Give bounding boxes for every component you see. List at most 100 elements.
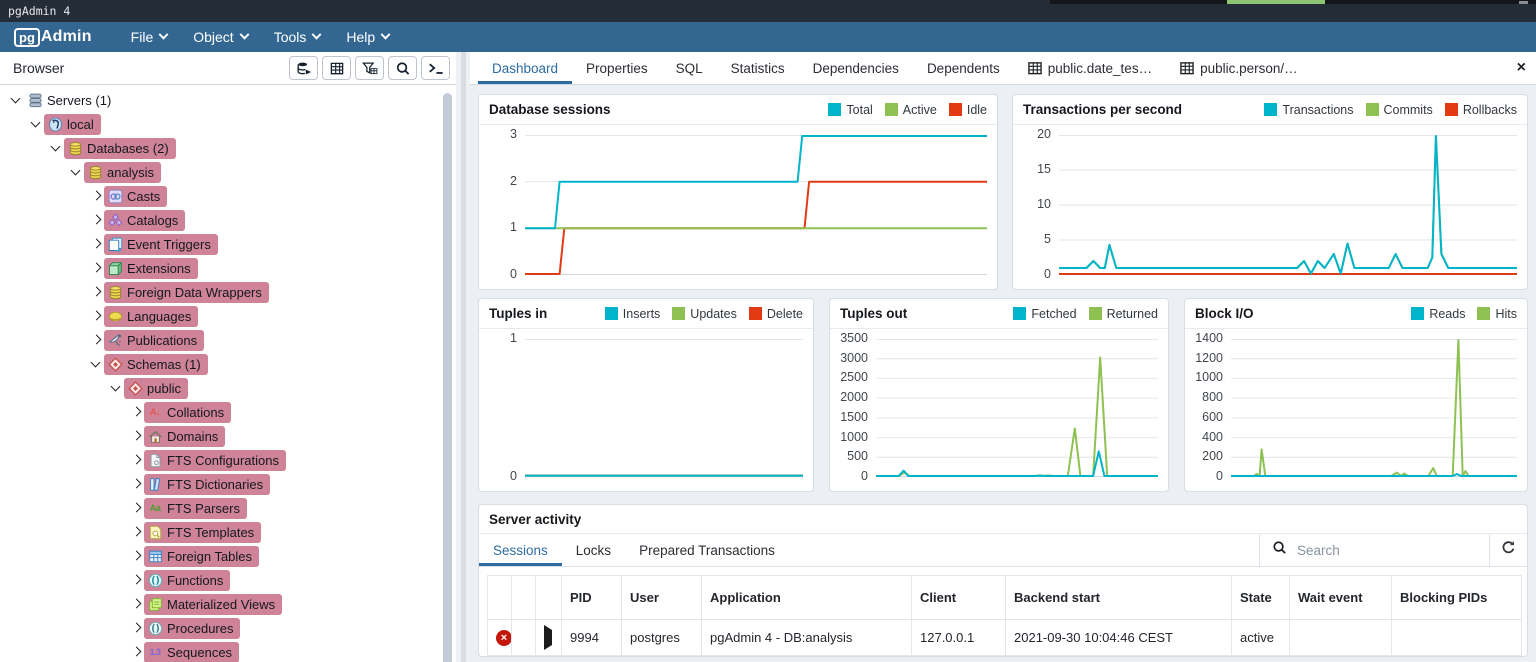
tree-item-fts-parsers[interactable]: AaFTS Parsers bbox=[0, 496, 456, 520]
chevron-right-icon[interactable] bbox=[128, 404, 144, 420]
chevron-right-icon[interactable] bbox=[88, 308, 104, 324]
tab-dependencies[interactable]: Dependencies bbox=[799, 52, 913, 84]
chevron-right-icon[interactable] bbox=[88, 212, 104, 228]
chevron-right-icon[interactable] bbox=[128, 428, 144, 444]
tree-item-event-triggers[interactable]: Event Triggers bbox=[0, 232, 456, 256]
chevron-down-icon[interactable] bbox=[48, 140, 64, 156]
publication-icon bbox=[107, 332, 123, 348]
activity-tab-locks[interactable]: Locks bbox=[562, 534, 625, 566]
tab-dashboard[interactable]: Dashboard bbox=[478, 52, 572, 84]
menu-label: File bbox=[131, 29, 154, 45]
tab-sql[interactable]: SQL bbox=[662, 52, 717, 84]
tree-item-procedures[interactable]: ()Procedures bbox=[0, 616, 456, 640]
legend-item-updates: Updates bbox=[672, 307, 737, 321]
expand-row-icon[interactable] bbox=[544, 625, 552, 650]
tree-item-pill: Catalogs bbox=[104, 210, 185, 231]
chevron-right-icon[interactable] bbox=[128, 500, 144, 516]
menu-tools[interactable]: Tools bbox=[274, 29, 321, 45]
tree-item-sequences[interactable]: 1.3Sequences bbox=[0, 640, 456, 662]
tree-item-foreign-data-wrappers[interactable]: Foreign Data Wrappers bbox=[0, 280, 456, 304]
database-icon bbox=[107, 284, 123, 300]
tree-item-schemas-1-[interactable]: Schemas (1) bbox=[0, 352, 456, 376]
chart-title: Block I/O bbox=[1195, 306, 1254, 321]
tree-item-catalogs[interactable]: Catalogs bbox=[0, 208, 456, 232]
chevron-right-icon[interactable] bbox=[128, 620, 144, 636]
tree-item-local[interactable]: local bbox=[0, 112, 456, 136]
main-tabstrip: DashboardPropertiesSQLStatisticsDependen… bbox=[470, 52, 1536, 85]
chevron-right-icon[interactable] bbox=[128, 476, 144, 492]
tree-item-domains[interactable]: Domains bbox=[0, 424, 456, 448]
schema-icon bbox=[107, 356, 123, 372]
filtered-rows-icon[interactable] bbox=[355, 56, 384, 80]
tree-item-extensions[interactable]: Extensions bbox=[0, 256, 456, 280]
ftable-icon bbox=[147, 548, 163, 564]
tree-item-pill: Languages bbox=[104, 306, 198, 327]
tree-item-fts-configurations[interactable]: FTS Configurations bbox=[0, 448, 456, 472]
chevron-down-icon[interactable] bbox=[108, 380, 124, 396]
tab-properties[interactable]: Properties bbox=[572, 52, 662, 84]
column-header-user: User bbox=[622, 576, 702, 620]
refresh-icon[interactable] bbox=[1501, 540, 1516, 560]
chevron-right-icon[interactable] bbox=[88, 236, 104, 252]
menu-file[interactable]: File bbox=[131, 29, 168, 45]
activity-tab-sessions[interactable]: Sessions bbox=[479, 534, 562, 566]
tree-item-fts-dictionaries[interactable]: FTS Dictionaries bbox=[0, 472, 456, 496]
cancel-query-icon[interactable]: × bbox=[496, 630, 512, 646]
legend-swatch bbox=[605, 307, 618, 320]
panel-splitter[interactable] bbox=[456, 52, 470, 662]
svg-text:(): () bbox=[151, 623, 160, 634]
activity-tab-prepared-transactions[interactable]: Prepared Transactions bbox=[625, 534, 789, 566]
tree-item-fts-templates[interactable]: FTS Templates bbox=[0, 520, 456, 544]
menu-object[interactable]: Object bbox=[193, 29, 247, 45]
tree-item-publications[interactable]: Publications bbox=[0, 328, 456, 352]
chevron-down-icon[interactable] bbox=[68, 164, 84, 180]
chevron-down-icon[interactable] bbox=[28, 116, 44, 132]
tree-item-public[interactable]: public bbox=[0, 376, 456, 400]
tree-item-languages[interactable]: Languages bbox=[0, 304, 456, 328]
search-objects-icon[interactable] bbox=[388, 56, 417, 80]
query-tool-icon[interactable] bbox=[289, 56, 318, 80]
close-panel-icon[interactable]: × bbox=[1517, 58, 1526, 78]
tab-statistics[interactable]: Statistics bbox=[717, 52, 799, 84]
tree-item-databases-2-[interactable]: Databases (2) bbox=[0, 136, 456, 160]
header-icon-col-1 bbox=[512, 576, 536, 620]
menu-label: Help bbox=[346, 29, 375, 45]
tab-public-person-[interactable]: public.person/… bbox=[1166, 52, 1312, 84]
database-icon bbox=[87, 164, 103, 180]
chevron-right-icon[interactable] bbox=[128, 524, 144, 540]
table-icon bbox=[1028, 62, 1042, 75]
search-input[interactable] bbox=[1297, 543, 1457, 558]
view-data-icon[interactable] bbox=[322, 56, 351, 80]
tree-item-casts[interactable]: Casts bbox=[0, 184, 456, 208]
tree-item-functions[interactable]: ()Functions bbox=[0, 568, 456, 592]
psql-tool-icon[interactable] bbox=[421, 56, 450, 80]
chevron-right-icon[interactable] bbox=[88, 284, 104, 300]
chevron-right-icon[interactable] bbox=[128, 452, 144, 468]
tree-item-foreign-tables[interactable]: Foreign Tables bbox=[0, 544, 456, 568]
tree-item-label: FTS Configurations bbox=[167, 453, 279, 468]
chevron-right-icon[interactable] bbox=[128, 644, 144, 660]
tree-item-materialized-views[interactable]: Materialized Views bbox=[0, 592, 456, 616]
tree-item-analysis[interactable]: analysis bbox=[0, 160, 456, 184]
chevron-right-icon[interactable] bbox=[128, 548, 144, 564]
chevron-right-icon[interactable] bbox=[88, 188, 104, 204]
chart-body-tuples_in: 10 bbox=[479, 329, 813, 491]
tab-dependents[interactable]: Dependents bbox=[913, 52, 1014, 84]
chevron-right-icon[interactable] bbox=[128, 596, 144, 612]
chevron-down-icon[interactable] bbox=[8, 92, 24, 108]
tree-item-servers-1-[interactable]: Servers (1) bbox=[0, 88, 456, 112]
tree-scrollbar-thumb[interactable] bbox=[443, 93, 452, 662]
chevron-right-icon[interactable] bbox=[88, 332, 104, 348]
tab-public-date-tes-[interactable]: public.date_tes… bbox=[1014, 52, 1166, 84]
axis-tick-label: 400 bbox=[1185, 430, 1223, 444]
chevron-right-icon[interactable] bbox=[128, 572, 144, 588]
expand-cell bbox=[536, 620, 562, 656]
chevron-down-icon[interactable] bbox=[88, 356, 104, 372]
menu-help[interactable]: Help bbox=[346, 29, 389, 45]
tree-scrollbar[interactable] bbox=[443, 89, 452, 662]
chevron-right-icon[interactable] bbox=[88, 260, 104, 276]
browser-toolbar bbox=[289, 56, 450, 80]
tree-item-collations[interactable]: A↓Collations bbox=[0, 400, 456, 424]
tree-item-pill: ()Procedures bbox=[144, 618, 240, 639]
tree-item-label: Publications bbox=[127, 333, 197, 348]
